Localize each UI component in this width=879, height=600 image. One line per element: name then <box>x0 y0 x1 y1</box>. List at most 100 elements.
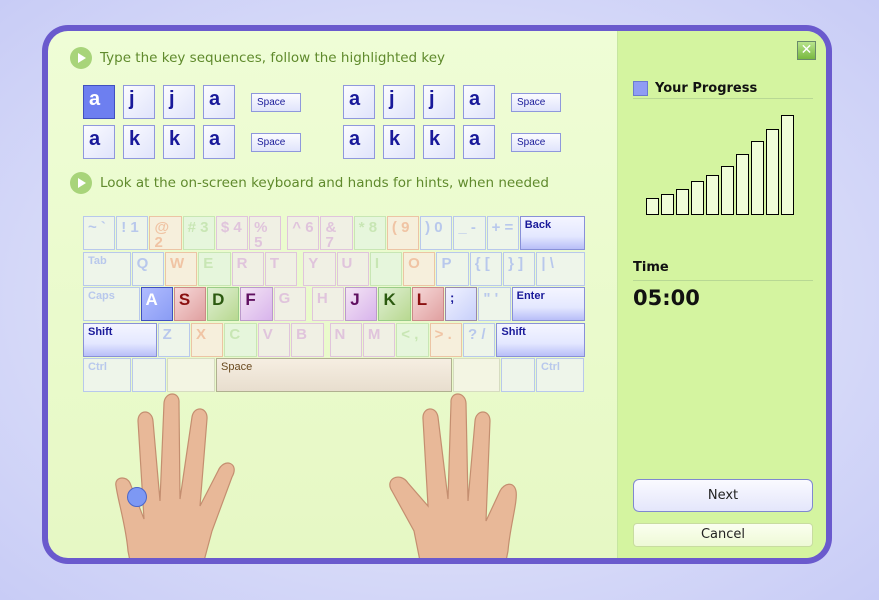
key-i[interactable]: I <box>369 251 403 286</box>
key-m[interactable]: M <box>362 322 396 357</box>
key-blank[interactable] <box>132 358 166 392</box>
key-blank[interactable] <box>453 358 500 392</box>
sequence-key: a <box>343 85 375 119</box>
key-o[interactable]: O <box>403 251 436 286</box>
key-symbol[interactable]: _ - <box>453 216 486 250</box>
key-4[interactable]: $ 4 <box>215 216 249 250</box>
key-8[interactable]: * 8 <box>353 216 386 250</box>
key-symbol[interactable]: { [ <box>469 251 503 286</box>
key-e[interactable]: E <box>198 251 231 286</box>
instruction-text: Type the key sequences, follow the highl… <box>100 50 446 66</box>
key-3[interactable]: # 3 <box>182 216 215 250</box>
keyboard-row: Ctrl Space Ctrl <box>83 358 585 392</box>
key-y[interactable]: Y <box>303 251 336 286</box>
key-tab[interactable]: Tab <box>83 251 131 286</box>
progress-bar <box>721 166 734 215</box>
key-symbol[interactable]: > . <box>429 322 463 357</box>
progress-title: Your Progress <box>655 80 758 96</box>
key-caps[interactable]: Caps <box>83 287 140 321</box>
sequence-key: j <box>383 85 415 119</box>
progress-chart <box>646 111 806 215</box>
key-5[interactable]: % 5 <box>249 216 282 250</box>
key-p[interactable]: P <box>436 251 469 286</box>
progress-bar <box>751 141 764 215</box>
key-9[interactable]: ( 9 <box>386 216 420 250</box>
key-x[interactable]: X <box>191 322 224 357</box>
key-f[interactable]: F <box>240 287 273 321</box>
key-symbol[interactable]: < , <box>396 322 429 357</box>
key-z[interactable]: Z <box>157 322 191 357</box>
key-back[interactable]: Back <box>519 216 586 250</box>
sequence-key: j <box>123 85 155 119</box>
key-symbol[interactable]: + = <box>486 216 519 250</box>
on-screen-keyboard: ~ `! 1 @ 2 # 3 $ 4% 5 ^ 6 & 7 * 8( 9) 0 _ - + = B… <box>83 216 586 394</box>
sequence-key: k <box>123 125 155 159</box>
key-blank[interactable] <box>167 358 215 392</box>
progress-bar <box>736 154 749 215</box>
close-button[interactable]: ✕ <box>797 41 816 60</box>
instruction-2: Look at the on-screen keyboard and hands… <box>70 172 549 194</box>
key-6[interactable]: ^ 6 <box>287 216 320 250</box>
key-symbol[interactable]: ? / <box>463 322 496 357</box>
key-v[interactable]: V <box>257 322 291 357</box>
key-symbol[interactable]: ; <box>445 287 478 321</box>
key-h[interactable]: H <box>311 287 345 321</box>
key-g[interactable]: G <box>273 287 306 321</box>
key-symbol[interactable]: " ' <box>478 287 511 321</box>
sequence-key: k <box>383 125 415 159</box>
key-0[interactable]: ) 0 <box>420 216 453 250</box>
progress-bar <box>646 198 659 215</box>
key-l[interactable]: L <box>411 287 445 321</box>
keyboard-gap <box>282 216 286 250</box>
key-k[interactable]: K <box>378 287 411 321</box>
key-sequence: a j j a Space <box>83 85 301 119</box>
progress-bar <box>766 129 779 215</box>
progress-bar <box>661 194 674 215</box>
key-j[interactable]: J <box>345 287 378 321</box>
key-u[interactable]: U <box>336 251 369 286</box>
cancel-button[interactable]: Cancel <box>633 523 813 547</box>
play-icon <box>70 47 92 69</box>
key-t[interactable]: T <box>264 251 298 286</box>
keyboard-gap <box>298 252 302 286</box>
key-1[interactable]: ! 1 <box>116 216 149 250</box>
sequence-key: a <box>203 125 235 159</box>
key-7[interactable]: & 7 <box>320 216 353 250</box>
sequence-space-key: Space <box>251 92 301 112</box>
finger-hint-marker <box>127 487 147 507</box>
window-body: Type the key sequences, follow the highl… <box>48 31 826 558</box>
key-q[interactable]: Q <box>131 251 164 286</box>
sequence-key: k <box>423 125 455 159</box>
sequence-key: k <box>163 125 195 159</box>
progress-bar <box>706 175 719 215</box>
key-s[interactable]: S <box>173 287 207 321</box>
key-shift[interactable]: Shift <box>83 322 157 357</box>
progress-bar <box>691 181 704 215</box>
key-symbol[interactable]: | \ <box>536 251 586 286</box>
key-space[interactable]: Space <box>216 358 452 392</box>
key-r[interactable]: R <box>231 251 264 286</box>
next-button[interactable]: Next <box>633 479 813 512</box>
key-enter[interactable]: Enter <box>511 287 585 321</box>
key-n[interactable]: N <box>329 322 362 357</box>
key-shift[interactable]: Shift <box>496 322 585 357</box>
key-ctrl[interactable]: Ctrl <box>536 358 584 392</box>
key-symbol[interactable]: ~ ` <box>83 216 116 250</box>
keyboard-row: Shift Z X C V B N M < , > .? / Shift <box>83 322 585 357</box>
key-ctrl[interactable]: Ctrl <box>83 358 131 392</box>
time-value: 05:00 <box>633 286 700 310</box>
next-label: Next <box>707 488 739 503</box>
left-hand <box>115 393 235 558</box>
key-a[interactable]: A <box>140 287 173 321</box>
key-c[interactable]: C <box>224 322 257 357</box>
key-b[interactable]: B <box>291 322 324 357</box>
key-blank[interactable] <box>501 358 535 392</box>
key-2[interactable]: @ 2 <box>149 216 182 250</box>
sequence-key: a <box>463 85 495 119</box>
keyboard-gap <box>307 287 311 321</box>
key-d[interactable]: D <box>207 287 240 321</box>
key-symbol[interactable]: } ] <box>503 251 536 286</box>
key-sequence: a k k a Space <box>343 125 561 159</box>
sequence-key: j <box>163 85 195 119</box>
key-w[interactable]: W <box>164 251 198 286</box>
